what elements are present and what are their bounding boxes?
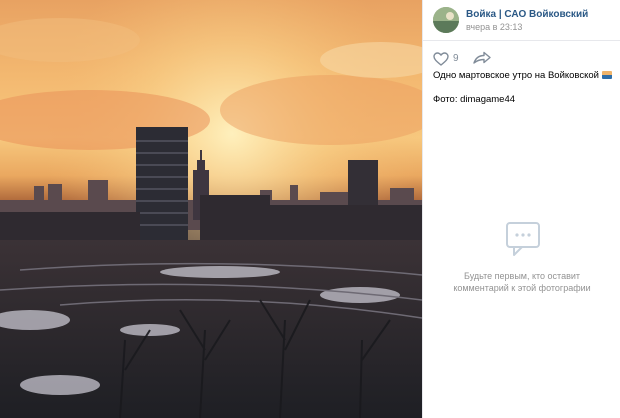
empty-comments-line2: комментарий к этой фотографии bbox=[453, 283, 591, 293]
author-link[interactable]: Войка | САО Войковский bbox=[466, 9, 588, 20]
divider bbox=[423, 40, 620, 41]
post-caption: Одно мартовское утро на Войковской bbox=[433, 70, 613, 81]
comment-bubble-icon bbox=[506, 222, 540, 256]
photo-credit: Фото: dimagame44 bbox=[433, 94, 516, 105]
city-sunset-emoji-icon bbox=[601, 71, 612, 79]
share-arrow-icon bbox=[473, 51, 491, 64]
share-button[interactable] bbox=[473, 51, 493, 67]
empty-comments-line1: Будьте первым, кто оставит bbox=[463, 271, 581, 281]
empty-comments-text: Будьте первым, кто оставит комментарий к… bbox=[423, 270, 620, 294]
city-sunset-photo bbox=[0, 0, 422, 418]
like-count: 9 bbox=[453, 53, 459, 64]
avatar-image bbox=[433, 7, 459, 33]
post-time[interactable]: вчера в 23:13 bbox=[466, 22, 522, 32]
avatar[interactable] bbox=[433, 7, 459, 33]
post-sidebar: Войка | САО Войковский вчера в 23:13 9 О… bbox=[422, 0, 620, 418]
post-photo[interactable] bbox=[0, 0, 422, 418]
heart-icon bbox=[433, 52, 449, 66]
caption-text: Одно мартовское утро на Войковской bbox=[433, 70, 599, 81]
like-button[interactable]: 9 bbox=[433, 51, 465, 67]
